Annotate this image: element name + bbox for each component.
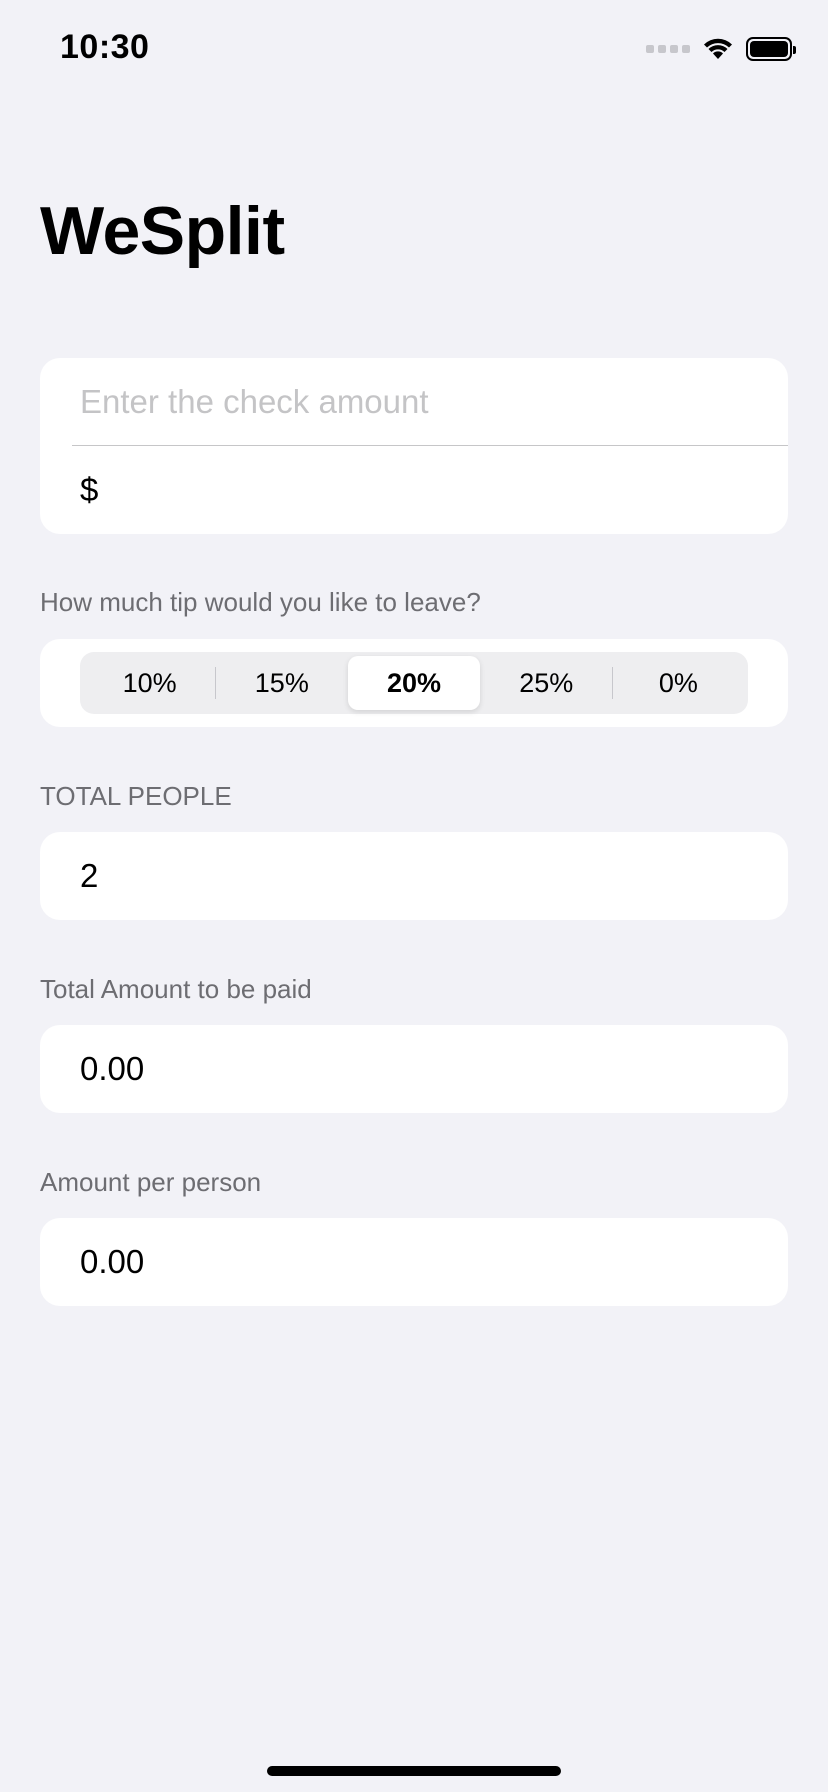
app-screen: 10:30 WeSplit Enter the check amount $ H… <box>0 0 828 1792</box>
tip-option-15[interactable]: 15% <box>216 656 347 710</box>
tip-option-20[interactable]: 20% <box>348 656 480 710</box>
total-section-header: Total Amount to be paid <box>40 974 312 1004</box>
people-card: 2 <box>40 832 788 920</box>
tip-section-header: How much tip would you like to leave? <box>40 587 481 617</box>
tip-segmented-control[interactable]: 10% 15% 20% 25% 0% <box>80 652 748 714</box>
people-value: 2 <box>80 857 99 894</box>
check-amount-card: Enter the check amount $ <box>40 358 788 534</box>
tip-option-25[interactable]: 25% <box>481 656 612 710</box>
people-picker[interactable]: 2 <box>40 832 788 920</box>
status-time: 10:30 <box>60 28 150 66</box>
per-person-card: 0.00 <box>40 1218 788 1306</box>
total-card: 0.00 <box>40 1025 788 1113</box>
wifi-icon <box>702 37 734 61</box>
check-amount-placeholder: Enter the check amount <box>80 383 429 420</box>
cellular-signal-icon <box>646 45 690 53</box>
total-value: 0.00 <box>80 1050 145 1087</box>
people-section-header: TOTAL PEOPLE <box>40 781 232 811</box>
total-row: 0.00 <box>40 1025 788 1113</box>
currency-field[interactable]: $ <box>40 446 788 534</box>
per-person-row: 0.00 <box>40 1218 788 1306</box>
per-person-value: 0.00 <box>80 1243 145 1280</box>
status-bar: 10:30 <box>0 0 828 100</box>
tip-card: 10% 15% 20% 25% 0% <box>40 639 788 727</box>
page-title: WeSplit <box>40 193 285 269</box>
per-person-section-header: Amount per person <box>40 1167 262 1197</box>
status-icons <box>646 36 796 62</box>
check-amount-input[interactable]: Enter the check amount <box>40 358 788 446</box>
battery-icon <box>746 37 796 61</box>
tip-option-10[interactable]: 10% <box>84 656 215 710</box>
tip-option-0[interactable]: 0% <box>613 656 744 710</box>
currency-prefix: $ <box>80 471 99 508</box>
home-indicator[interactable] <box>267 1766 561 1776</box>
